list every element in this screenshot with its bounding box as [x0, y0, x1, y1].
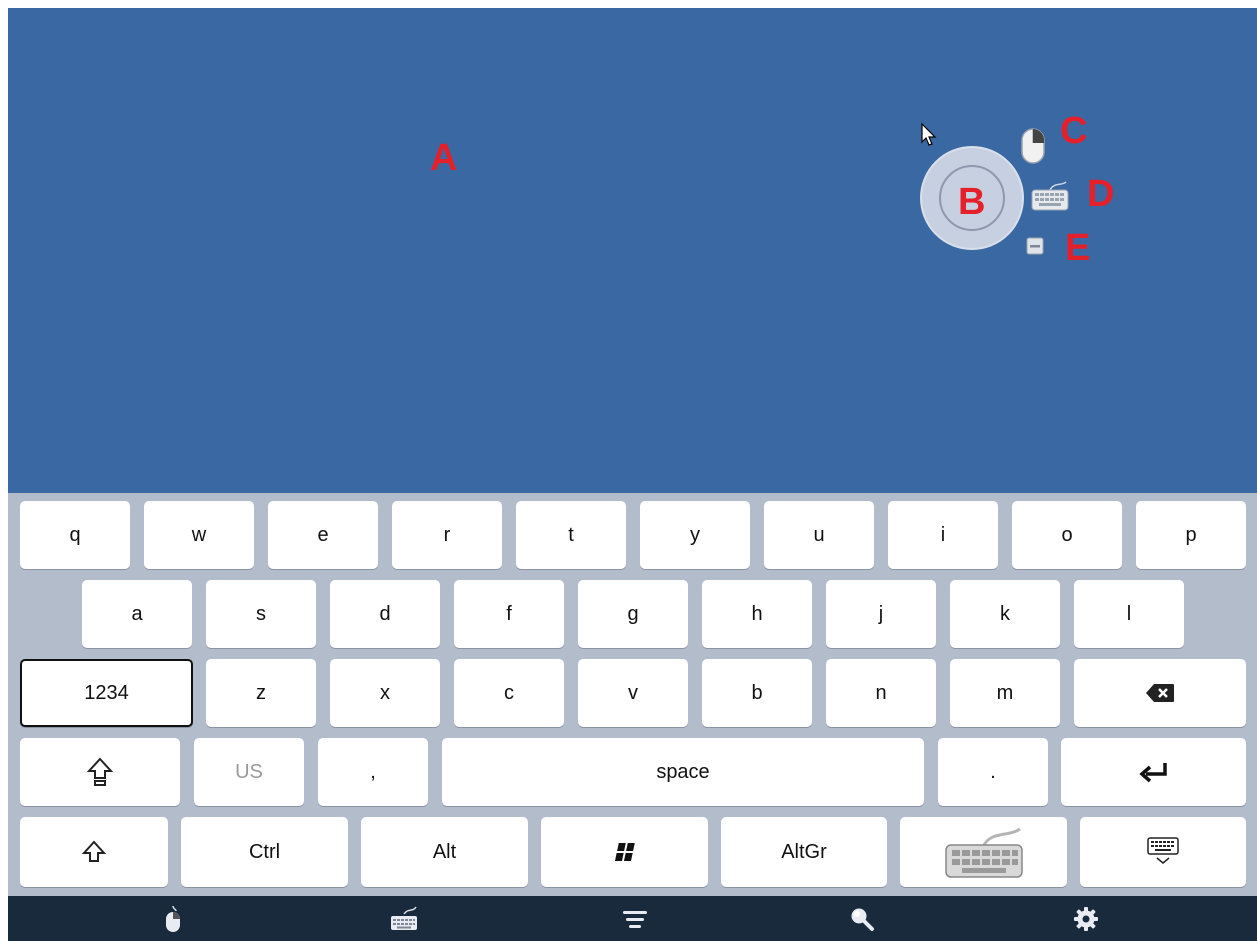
key-b[interactable]: b — [702, 659, 812, 727]
key-a[interactable]: a — [82, 580, 192, 648]
key-y[interactable]: y — [640, 501, 750, 569]
key-s[interactable]: s — [206, 580, 316, 648]
hide-keyboard-key[interactable] — [1080, 817, 1246, 887]
key-d[interactable]: d — [330, 580, 440, 648]
annotation-c: C — [1060, 110, 1088, 152]
search-icon[interactable] — [846, 896, 878, 941]
key-o[interactable]: o — [1012, 501, 1122, 569]
annotation-d: D — [1087, 173, 1115, 215]
key-n[interactable]: n — [826, 659, 936, 727]
key-x[interactable]: x — [330, 659, 440, 727]
mouse-pointer-icon — [921, 122, 937, 146]
menu-icon[interactable] — [617, 896, 653, 941]
key-r[interactable]: r — [392, 501, 502, 569]
key-q[interactable]: q — [20, 501, 130, 569]
mouse-mode-icon[interactable] — [1020, 127, 1046, 165]
altgr-key[interactable]: AltGr — [721, 817, 887, 887]
key-j[interactable]: j — [826, 580, 936, 648]
caps-lock-icon — [87, 757, 113, 786]
keyboard-settings-key[interactable] — [900, 817, 1067, 887]
annotation-e: E — [1065, 227, 1091, 269]
annotation-b: B — [958, 181, 986, 223]
key-period[interactable]: . — [938, 738, 1048, 806]
shift-key[interactable] — [20, 817, 168, 887]
key-m[interactable]: m — [950, 659, 1060, 727]
key-u[interactable]: u — [764, 501, 874, 569]
key-v[interactable]: v — [578, 659, 688, 727]
key-g[interactable]: g — [578, 580, 688, 648]
key-t[interactable]: t — [516, 501, 626, 569]
keyboard-icon[interactable] — [386, 896, 422, 941]
key-p[interactable]: p — [1136, 501, 1246, 569]
ctrl-key[interactable]: Ctrl — [181, 817, 348, 887]
gear-icon[interactable] — [1070, 896, 1102, 941]
key-f[interactable]: f — [454, 580, 564, 648]
backspace-icon — [1146, 684, 1174, 702]
keyboard-icon — [944, 827, 1023, 878]
enter-icon — [1138, 763, 1167, 783]
space-key[interactable]: space — [442, 738, 924, 806]
enter-key[interactable] — [1061, 738, 1246, 806]
caps-lock-key[interactable] — [20, 738, 180, 806]
on-screen-keyboard: q w e r t y u i o p a s d f g h j k l 12… — [8, 493, 1257, 896]
key-w[interactable]: w — [144, 501, 254, 569]
key-comma[interactable]: , — [318, 738, 428, 806]
numbers-mode-key[interactable]: 1234 — [20, 659, 193, 727]
mouse-icon[interactable] — [158, 896, 188, 941]
language-key[interactable]: US — [194, 738, 304, 806]
key-z[interactable]: z — [206, 659, 316, 727]
key-e[interactable]: e — [268, 501, 378, 569]
alt-key[interactable]: Alt — [361, 817, 528, 887]
shift-icon — [82, 840, 106, 862]
windows-icon — [614, 843, 635, 861]
hide-keyboard-icon — [1147, 837, 1179, 864]
keyboard-mode-icon[interactable] — [1030, 180, 1070, 212]
key-c[interactable]: c — [454, 659, 564, 727]
key-i[interactable]: i — [888, 501, 998, 569]
backspace-key[interactable] — [1074, 659, 1246, 727]
minimize-icon[interactable] — [1026, 237, 1044, 255]
key-k[interactable]: k — [950, 580, 1060, 648]
annotation-a: A — [430, 137, 458, 179]
windows-key[interactable] — [541, 817, 708, 887]
key-l[interactable]: l — [1074, 580, 1184, 648]
bottom-toolbar — [8, 896, 1257, 941]
key-h[interactable]: h — [702, 580, 812, 648]
